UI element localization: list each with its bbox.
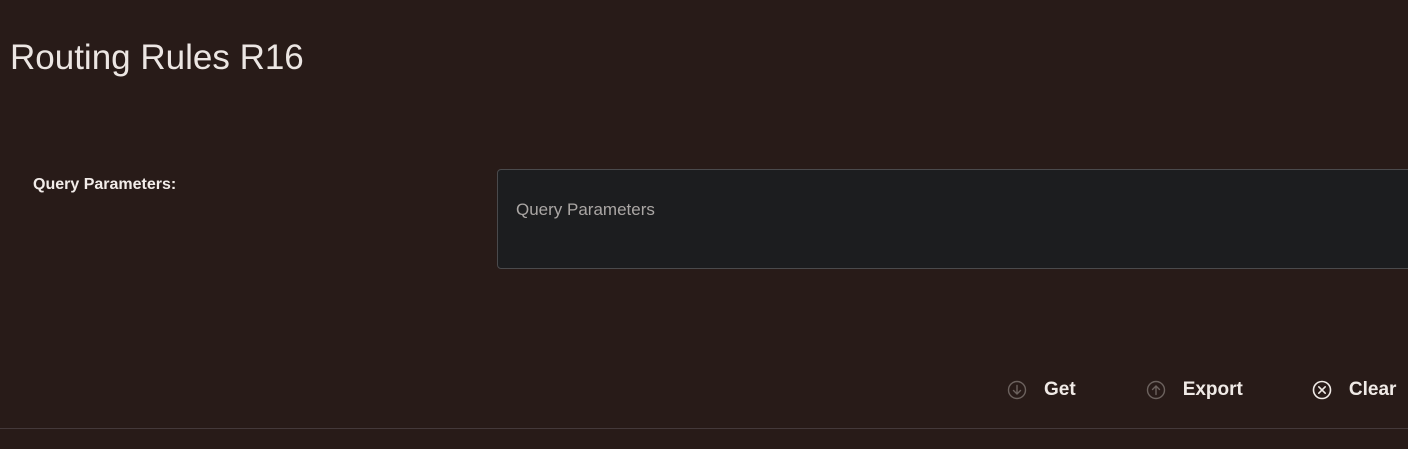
query-parameters-input[interactable] — [498, 170, 1408, 268]
clear-button[interactable]: Clear — [1277, 366, 1408, 414]
clear-button-label: Clear — [1348, 379, 1397, 400]
query-parameters-label: Query Parameters: — [33, 176, 177, 193]
get-button[interactable]: Get — [990, 366, 1109, 414]
export-button[interactable]: Export — [1109, 366, 1277, 414]
close-circle-icon — [1312, 380, 1332, 400]
page: Routing Rules R16 Query Parameters: Get — [0, 0, 1408, 449]
export-button-label: Export — [1182, 379, 1243, 400]
action-toolbar: Get Export Clear — [990, 366, 1408, 414]
upload-circle-icon — [1146, 380, 1166, 400]
page-title: Routing Rules R16 — [10, 38, 304, 77]
query-parameters-field-container — [497, 169, 1408, 269]
get-button-label: Get — [1044, 379, 1076, 400]
download-circle-icon — [1007, 380, 1027, 400]
bottom-divider — [0, 428, 1408, 429]
